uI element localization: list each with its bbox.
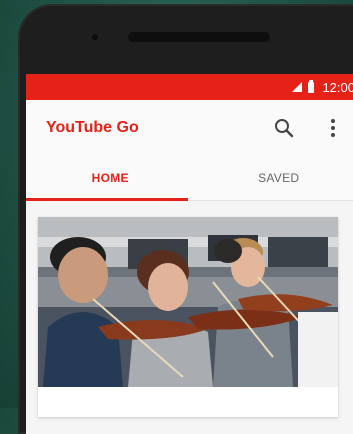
app-bar: YouTube Go xyxy=(26,100,353,156)
more-vert-icon[interactable] xyxy=(330,118,336,138)
status-time: 12:00 xyxy=(322,80,353,95)
app-title: YouTube Go xyxy=(46,119,139,137)
phone-screen: 12:00 YouTube Go HOME SAVED xyxy=(26,74,353,434)
battery-icon xyxy=(308,82,314,93)
tab-bar: HOME SAVED xyxy=(26,156,353,201)
earpiece-speaker xyxy=(128,32,270,42)
status-bar: 12:00 xyxy=(26,74,353,100)
tab-home[interactable]: HOME xyxy=(26,156,195,200)
phone-frame: 12:00 YouTube Go HOME SAVED xyxy=(18,4,353,434)
front-camera xyxy=(92,34,98,40)
tab-saved[interactable]: SAVED xyxy=(195,156,353,200)
search-icon[interactable] xyxy=(274,118,294,138)
signal-icon xyxy=(292,82,302,92)
video-thumbnail[interactable] xyxy=(38,217,338,387)
video-card[interactable] xyxy=(38,217,338,417)
tab-indicator xyxy=(26,198,188,201)
